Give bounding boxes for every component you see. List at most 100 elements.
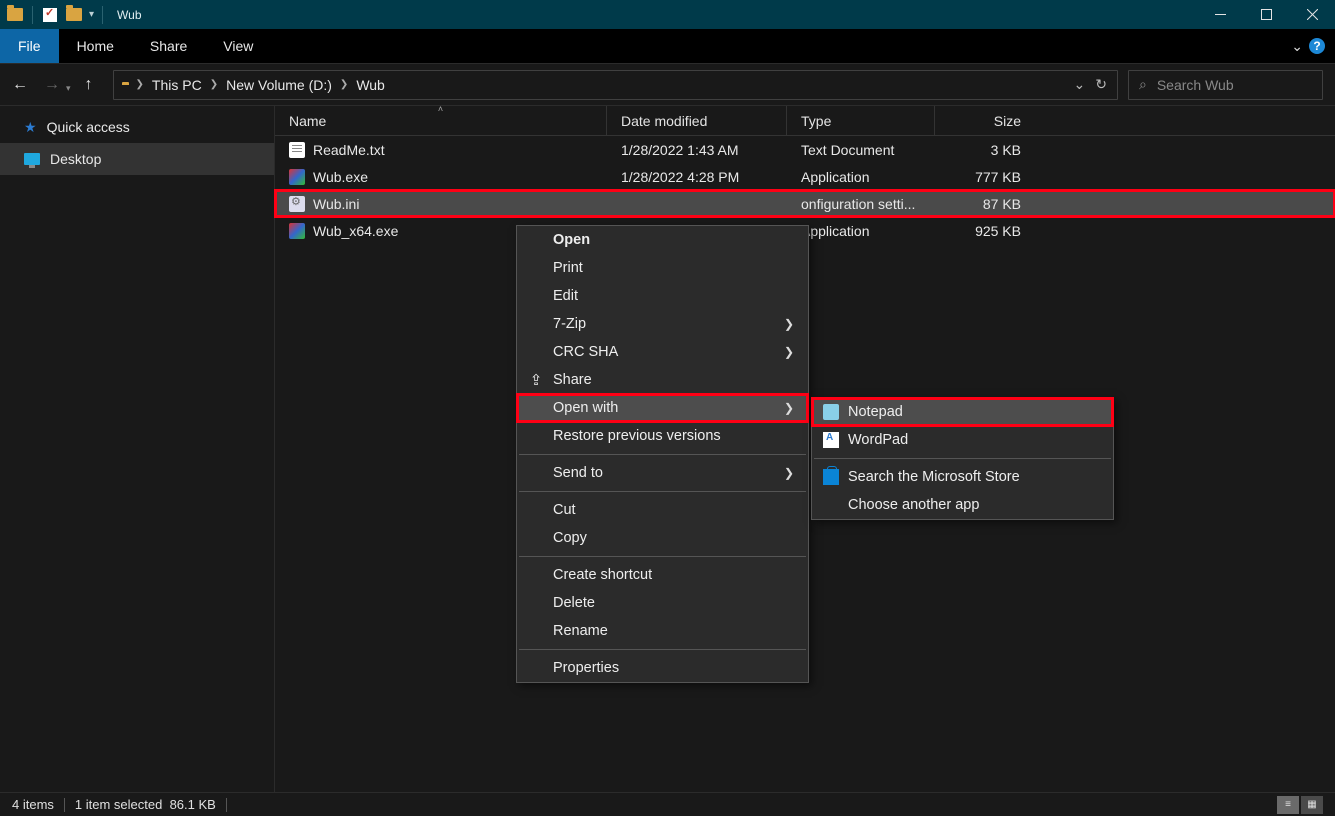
ribbon-expand-icon[interactable]: ⌄	[1291, 38, 1303, 55]
menu-separator	[519, 556, 806, 557]
thumbnails-view-button[interactable]: ▦	[1301, 796, 1323, 814]
file-tab[interactable]: File	[0, 29, 59, 63]
menu-crcsha[interactable]: CRC SHA❯	[517, 338, 808, 366]
chevron-right-icon[interactable]: ❯	[130, 79, 150, 90]
address-bar[interactable]: ❯ This PC ❯ New Volume (D:) ❯ Wub ⌄ ↻	[113, 70, 1118, 100]
tab-share[interactable]: Share	[132, 29, 205, 63]
search-icon: ⌕	[1139, 76, 1147, 93]
menu-rename[interactable]: Rename	[517, 617, 808, 645]
properties-qat-icon[interactable]	[41, 6, 59, 24]
file-name: Wub_x64.exe	[313, 223, 398, 239]
file-row[interactable]: Wub.exe1/28/2022 4:28 PMApplication777 K…	[275, 163, 1335, 190]
header-date[interactable]: Date modified	[607, 106, 787, 135]
context-menu: Open Print Edit 7-Zip❯ CRC SHA❯ ⇪Share O…	[516, 225, 809, 683]
file-size: 777 KB	[935, 169, 1035, 185]
submenu-wordpad[interactable]: WordPad	[812, 426, 1113, 454]
file-type: Text Document	[787, 142, 935, 158]
menu-create-shortcut[interactable]: Create shortcut	[517, 561, 808, 589]
up-button[interactable]: ↑	[75, 71, 103, 99]
qat-dropdown-icon[interactable]: ▾	[89, 9, 94, 20]
file-size: 925 KB	[935, 223, 1035, 239]
folder-icon[interactable]	[6, 6, 24, 24]
chevron-right-icon: ❯	[784, 466, 794, 480]
file-icon	[289, 169, 305, 185]
file-name: ReadMe.txt	[313, 142, 385, 158]
tab-view[interactable]: View	[205, 29, 271, 63]
menu-restore[interactable]: Restore previous versions	[517, 422, 808, 450]
new-folder-qat-icon[interactable]	[65, 6, 83, 24]
header-name[interactable]: Name ˄	[275, 106, 607, 135]
nav-quick-access[interactable]: ★ Quick access	[0, 111, 274, 143]
history-dropdown-icon[interactable]: ▾	[66, 83, 71, 94]
file-icon	[289, 223, 305, 239]
desktop-icon	[24, 153, 40, 165]
separator	[32, 6, 33, 24]
back-button[interactable]: ←	[6, 71, 34, 99]
search-box[interactable]: ⌕ Search Wub	[1128, 70, 1323, 100]
minimize-button[interactable]	[1197, 0, 1243, 29]
chevron-right-icon[interactable]: ❯	[334, 79, 354, 90]
address-dropdown-icon[interactable]: ⌄	[1074, 76, 1086, 93]
menu-separator	[519, 649, 806, 650]
nav-bar: ← → ▾ ↑ ❯ This PC ❯ New Volume (D:) ❯ Wu…	[0, 64, 1335, 106]
close-button[interactable]	[1289, 0, 1335, 29]
separator	[102, 6, 103, 24]
refresh-icon[interactable]: ↻	[1095, 76, 1107, 93]
separator	[64, 798, 65, 812]
menu-open[interactable]: Open	[517, 226, 808, 254]
file-row[interactable]: ReadMe.txt 1/28/2022 1:43 AMText Document…	[275, 136, 1335, 163]
menu-separator	[814, 458, 1111, 459]
store-icon	[822, 468, 840, 486]
submenu-choose-app[interactable]: Choose another app	[812, 491, 1113, 519]
tab-home[interactable]: Home	[59, 29, 132, 63]
submenu-notepad[interactable]: Notepad	[812, 398, 1113, 426]
maximize-button[interactable]	[1243, 0, 1289, 29]
chevron-right-icon[interactable]: ❯	[204, 79, 224, 90]
header-type[interactable]: Type	[787, 106, 935, 135]
chevron-right-icon: ❯	[784, 317, 794, 331]
menu-sendto[interactable]: Send to❯	[517, 459, 808, 487]
selection-count: 1 item selected	[75, 797, 162, 812]
notepad-icon	[822, 403, 840, 421]
file-icon	[289, 142, 305, 158]
chevron-right-icon: ❯	[784, 345, 794, 359]
star-icon: ★	[24, 119, 37, 136]
breadcrumb-thispc[interactable]: This PC	[150, 77, 204, 93]
file-date: 1/28/2022 4:28 PM	[607, 169, 787, 185]
menu-edit[interactable]: Edit	[517, 282, 808, 310]
wordpad-icon	[822, 431, 840, 449]
sort-indicator-icon: ˄	[438, 104, 443, 114]
menu-7zip[interactable]: 7-Zip❯	[517, 310, 808, 338]
help-icon[interactable]: ?	[1309, 38, 1325, 54]
file-type: Application	[787, 223, 935, 239]
file-date: 1/28/2022 1:43 AM	[607, 142, 787, 158]
menu-print[interactable]: Print	[517, 254, 808, 282]
breadcrumb-folder[interactable]: Wub	[354, 77, 387, 93]
separator	[226, 798, 227, 812]
nav-desktop[interactable]: Desktop	[0, 143, 274, 175]
details-view-button[interactable]: ≡	[1277, 796, 1299, 814]
menu-share[interactable]: ⇪Share	[517, 366, 808, 394]
breadcrumb-drive[interactable]: New Volume (D:)	[224, 77, 334, 93]
file-row[interactable]: Wub.inionfiguration setti...87 KB	[275, 190, 1335, 217]
menu-copy[interactable]: Copy	[517, 524, 808, 552]
forward-button[interactable]: →	[38, 71, 66, 99]
window-controls	[1197, 0, 1335, 29]
file-type: onfiguration setti...	[787, 196, 935, 212]
open-with-submenu: Notepad WordPad Search the Microsoft Sto…	[811, 397, 1114, 520]
file-size: 3 KB	[935, 142, 1035, 158]
nav-label: Desktop	[50, 151, 101, 167]
menu-properties[interactable]: Properties	[517, 654, 808, 682]
nav-label: Quick access	[47, 119, 130, 135]
menu-open-with[interactable]: Open with❯	[517, 394, 808, 422]
menu-cut[interactable]: Cut	[517, 496, 808, 524]
header-size[interactable]: Size	[935, 106, 1035, 135]
menu-separator	[519, 491, 806, 492]
file-type: Application	[787, 169, 935, 185]
title-bar: ▾ Wub	[0, 0, 1335, 29]
file-size: 87 KB	[935, 196, 1035, 212]
submenu-store[interactable]: Search the Microsoft Store	[812, 463, 1113, 491]
menu-separator	[519, 454, 806, 455]
status-bar: 4 items 1 item selected 86.1 KB ≡ ▦	[0, 792, 1335, 816]
menu-delete[interactable]: Delete	[517, 589, 808, 617]
